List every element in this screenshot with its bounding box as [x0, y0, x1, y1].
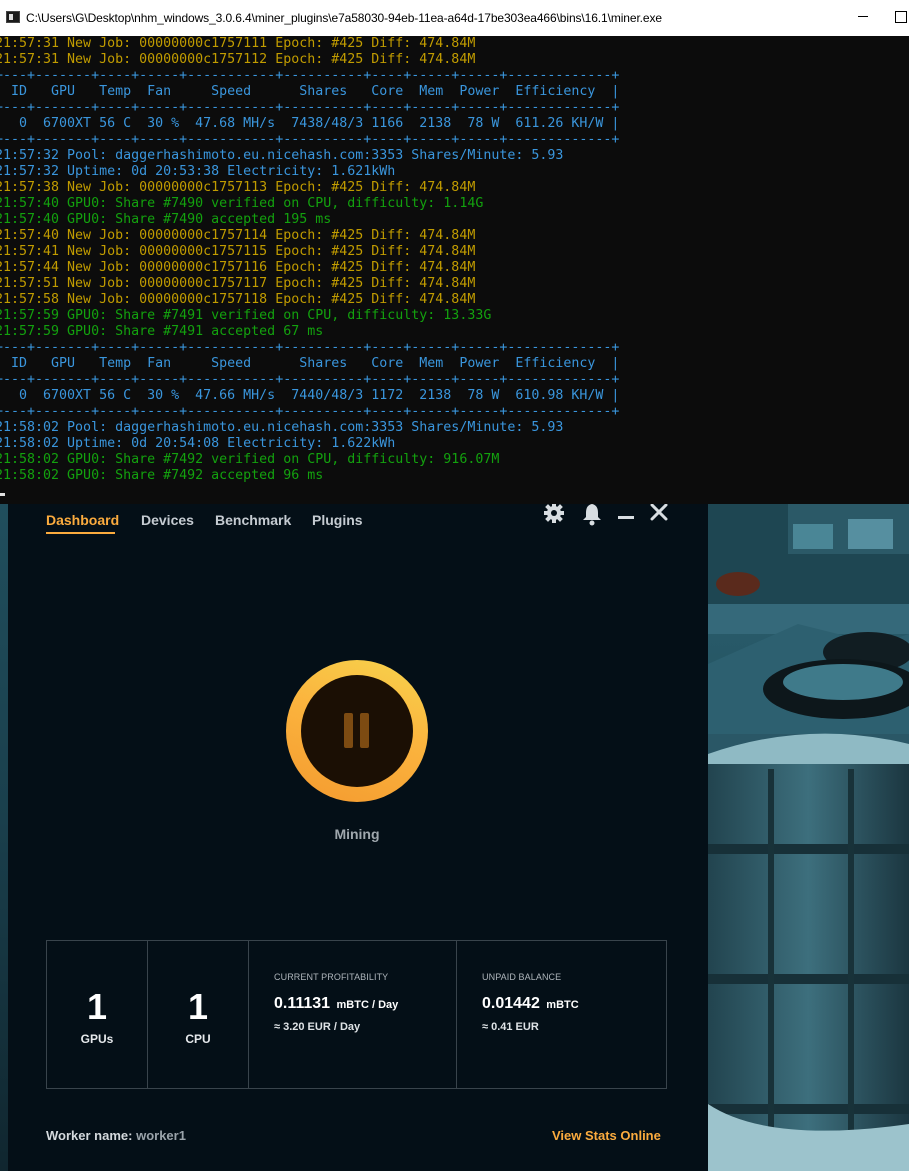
- console-line: | 0 6700XT 56 C 30 % 47.66 MH/s 7440/48/…: [0, 388, 620, 403]
- console-line: 21:57:40 New Job: 00000000c1757114 Epoch…: [0, 228, 476, 243]
- profitability-amount: 0.11131: [274, 995, 331, 1012]
- cpu-count-label: CPU: [185, 1032, 211, 1046]
- profitability-caption: CURRENT PROFITABILITY: [274, 972, 389, 982]
- cpu-count-card: 1 CPU: [148, 941, 249, 1088]
- console-line: +---+-------+----+-----+-----------+----…: [0, 340, 620, 355]
- profitability-value: 0.11131 mBTC / Day: [274, 995, 398, 1013]
- console-output: 21:57:31 New Job: 00000000c1757111 Epoch…: [0, 36, 909, 504]
- gpu-count-label: GPUs: [80, 1032, 114, 1046]
- mining-status-label: Mining: [334, 826, 380, 842]
- settings-gear-icon[interactable]: [542, 504, 566, 526]
- profitability-unit: mBTC / Day: [336, 999, 399, 1011]
- console-line: 21:57:31 New Job: 00000000c1757111 Epoch…: [0, 36, 476, 51]
- console-line: 21:57:32 Pool: daggerhashimoto.eu.niceha…: [0, 148, 564, 163]
- console-line: +---+-------+----+-----+-----------+----…: [0, 372, 620, 387]
- close-icon[interactable]: [649, 504, 669, 526]
- balance-value: 0.01442 mBTC: [482, 995, 579, 1013]
- worker-label: Worker name:: [46, 1128, 133, 1143]
- gpu-count-card: 1 GPUs: [47, 941, 148, 1088]
- view-stats-online-link[interactable]: View Stats Online: [552, 1128, 661, 1143]
- maximize-icon[interactable]: [895, 11, 907, 23]
- console-line: 21:57:59 GPU0: Share #7491 verified on C…: [0, 308, 492, 323]
- tab-plugins[interactable]: Plugins: [312, 512, 363, 528]
- console-line: 21:57:44 New Job: 00000000c1757116 Epoch…: [0, 260, 476, 275]
- profitability-card: CURRENT PROFITABILITY 0.11131 mBTC / Day…: [249, 941, 457, 1088]
- console-line: 21:58:02 GPU0: Share #7492 accepted 96 m…: [0, 468, 324, 483]
- console-line: 21:57:40 GPU0: Share #7490 verified on C…: [0, 196, 484, 211]
- balance-fiat: ≈ 0.41 EUR: [482, 1021, 539, 1033]
- mining-toggle-button[interactable]: [286, 660, 428, 802]
- console-line: 21:57:58 New Job: 00000000c1757118 Epoch…: [0, 292, 476, 307]
- gpu-count: 1: [86, 986, 108, 1027]
- console-line: 21:57:40 GPU0: Share #7490 accepted 195 …: [0, 212, 332, 227]
- console-line: 21:57:31 New Job: 00000000c1757112 Epoch…: [0, 52, 476, 67]
- pause-icon: [301, 675, 413, 787]
- console-line: 21:57:59 GPU0: Share #7491 accepted 67 m…: [0, 324, 324, 339]
- miner-console-window: C:\Users\G\Desktop\nhm_windows_3.0.6.4\m…: [0, 0, 909, 504]
- console-app-icon: [6, 11, 20, 23]
- pause-bar-right: [360, 713, 369, 748]
- minimize-icon[interactable]: [617, 504, 635, 526]
- console-line: +---+-------+----+-----+-----------+----…: [0, 404, 620, 419]
- tab-dashboard[interactable]: Dashboard: [46, 512, 119, 528]
- tab-benchmark[interactable]: Benchmark: [215, 512, 291, 528]
- console-line: 21:57:41 New Job: 00000000c1757115 Epoch…: [0, 244, 476, 259]
- tab-devices[interactable]: Devices: [141, 512, 194, 528]
- console-line: 21:57:38 New Job: 00000000c1757113 Epoch…: [0, 180, 476, 195]
- console-line: | 0 6700XT 56 C 30 % 47.68 MH/s 7438/48/…: [0, 116, 620, 131]
- balance-amount: 0.01442: [482, 995, 540, 1012]
- console-line: +---+-------+----+-----+-----------+----…: [0, 132, 620, 147]
- console-line: | ID GPU Temp Fan Speed Shares Core Mem …: [0, 84, 620, 99]
- console-line: +---+-------+----+-----+-----------+----…: [0, 100, 620, 115]
- active-tab-underline: [46, 532, 115, 534]
- profitability-fiat: ≈ 3.20 EUR / Day: [274, 1021, 361, 1033]
- unpaid-balance-card: UNPAID BALANCE 0.01442 mBTC ≈ 0.41 EUR: [457, 941, 666, 1088]
- nicehash-miner-window: Dashboard Devices Benchmark Plugins Mini…: [8, 504, 708, 1171]
- console-line: 21:58:02 Uptime: 0d 20:54:08 Electricity…: [0, 436, 396, 451]
- console-line: 21:57:32 Uptime: 0d 20:53:38 Electricity…: [0, 164, 396, 179]
- console-cursor: [0, 493, 5, 496]
- background-scenery-image: [708, 504, 909, 1171]
- balance-unit: mBTC: [546, 999, 579, 1011]
- console-line: +---+-------+----+-----+-----------+----…: [0, 68, 620, 83]
- console-line: | ID GPU Temp Fan Speed Shares Core Mem …: [0, 356, 620, 371]
- stats-panel: 1 GPUs 1 CPU CURRENT PROFITABILITY 0.111…: [46, 940, 667, 1089]
- console-line: 21:58:02 GPU0: Share #7492 verified on C…: [0, 452, 500, 467]
- console-titlebar[interactable]: C:\Users\G\Desktop\nhm_windows_3.0.6.4\m…: [0, 0, 909, 36]
- bell-icon[interactable]: [582, 504, 602, 526]
- worker-name: worker1: [136, 1128, 186, 1143]
- cpu-count: 1: [187, 986, 209, 1027]
- console-title: C:\Users\G\Desktop\nhm_windows_3.0.6.4\m…: [26, 11, 662, 25]
- pause-bar-left: [344, 713, 353, 748]
- console-line: 21:58:02 Pool: daggerhashimoto.eu.niceha…: [0, 420, 564, 435]
- console-line: 21:57:51 New Job: 00000000c1757117 Epoch…: [0, 276, 476, 291]
- worker-info: Worker name: worker1: [46, 1128, 186, 1143]
- balance-caption: UNPAID BALANCE: [482, 972, 562, 982]
- minimize-icon[interactable]: [858, 16, 868, 17]
